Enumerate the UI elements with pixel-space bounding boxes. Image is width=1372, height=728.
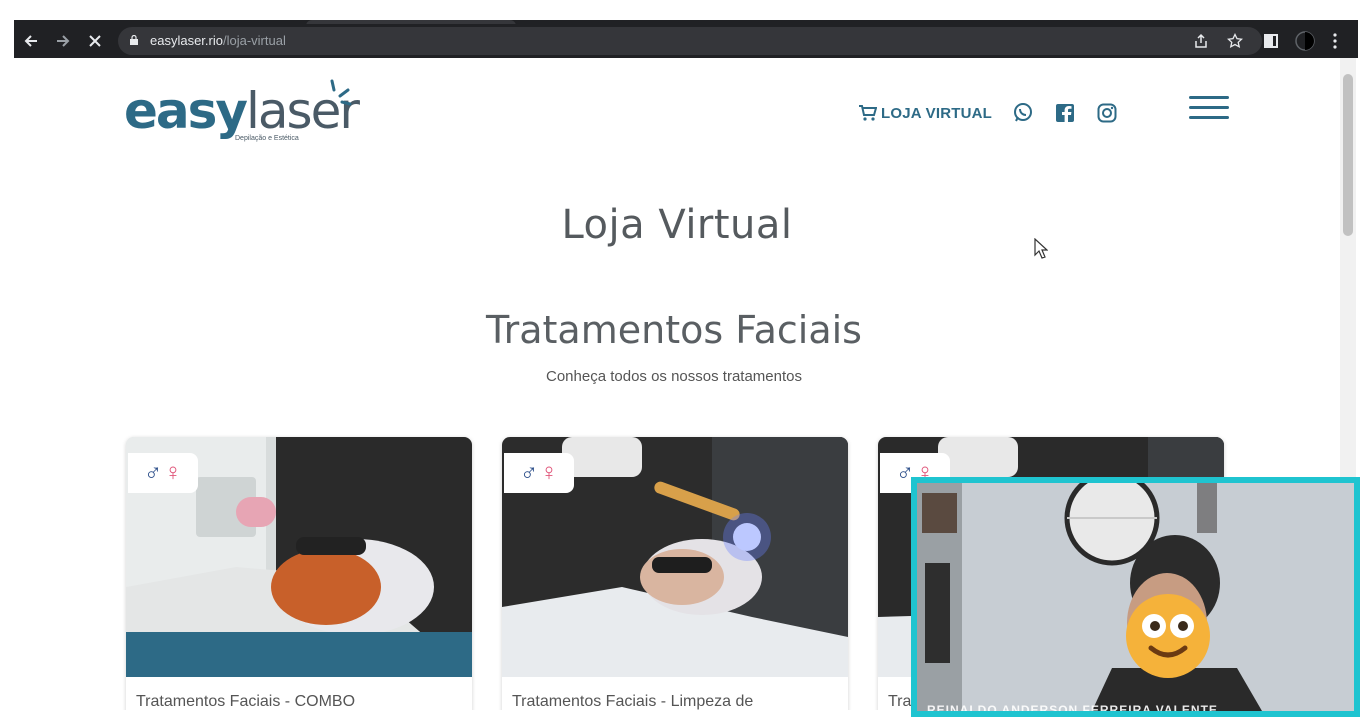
back-icon[interactable] xyxy=(20,30,42,52)
instagram-icon[interactable] xyxy=(1096,102,1118,124)
reading-mode-icon[interactable] xyxy=(1260,30,1282,52)
nav-loja-virtual[interactable]: LOJA VIRTUAL xyxy=(859,105,992,122)
participant-name: REINALDO ANDERSON FERREIRA VALENTE xyxy=(927,703,1218,717)
smiley-emoji-icon xyxy=(1126,594,1210,678)
lock-icon xyxy=(130,35,138,45)
browser-toolbar: easylaser.rio/loja-virtual xyxy=(14,24,1358,58)
female-icon: ♀ xyxy=(164,459,182,486)
share-icon[interactable] xyxy=(1192,32,1210,50)
menu-kebab-icon[interactable] xyxy=(1324,30,1346,52)
page-title: Loja Virtual xyxy=(561,202,793,248)
logo-rays-icon xyxy=(330,79,352,106)
whatsapp-icon[interactable] xyxy=(1012,102,1034,124)
mouse-cursor-icon xyxy=(1034,238,1048,259)
facebook-icon[interactable] xyxy=(1054,102,1076,124)
logo-word-easy: easy xyxy=(124,82,248,140)
top-nav: LOJA VIRTUAL xyxy=(859,98,1118,128)
scrollbar-thumb[interactable] xyxy=(1343,74,1353,236)
female-icon: ♀ xyxy=(540,459,558,486)
webcam-overlay: REINALDO ANDERSON FERREIRA VALENTE xyxy=(911,477,1360,717)
url-text[interactable]: easylaser.rio/loja-virtual xyxy=(150,33,286,48)
section-subtitle: Conheça todos os nossos tratamentos xyxy=(546,368,802,385)
address-bar[interactable]: easylaser.rio/loja-virtual xyxy=(118,27,1262,55)
hamburger-menu-icon[interactable] xyxy=(1189,96,1229,122)
gender-badge: ♂ ♀ xyxy=(128,453,198,493)
male-icon: ♂ xyxy=(144,459,162,486)
screen: { "browser": { "url_host": "easylaser.ri… xyxy=(0,0,1372,728)
nav-loja-virtual-label: LOJA VIRTUAL xyxy=(881,104,993,122)
site-logo[interactable]: easylaser Depilação e Estética xyxy=(124,78,360,148)
product-title[interactable]: Tra xyxy=(888,693,911,710)
stop-loading-icon[interactable] xyxy=(84,30,106,52)
gender-badge: ♂ ♀ xyxy=(504,453,574,493)
male-icon: ♂ xyxy=(520,459,538,486)
product-title[interactable]: Tratamentos Faciais - COMBO xyxy=(136,693,355,710)
cart-icon xyxy=(859,105,877,121)
profile-avatar[interactable] xyxy=(1294,30,1316,52)
product-card[interactable]: ♂ ♀ Tratamentos Faciais - Limpeza de xyxy=(502,437,848,710)
product-title[interactable]: Tratamentos Faciais - Limpeza de xyxy=(512,693,753,710)
logo-tagline: Depilação e Estética xyxy=(235,135,299,142)
product-card[interactable]: ♂ ♀ Tratamentos Faciais - COMBO xyxy=(126,437,472,710)
forward-icon[interactable] xyxy=(52,30,74,52)
section-title: Tratamentos Faciais xyxy=(486,308,862,352)
bookmark-star-icon[interactable] xyxy=(1226,32,1244,50)
